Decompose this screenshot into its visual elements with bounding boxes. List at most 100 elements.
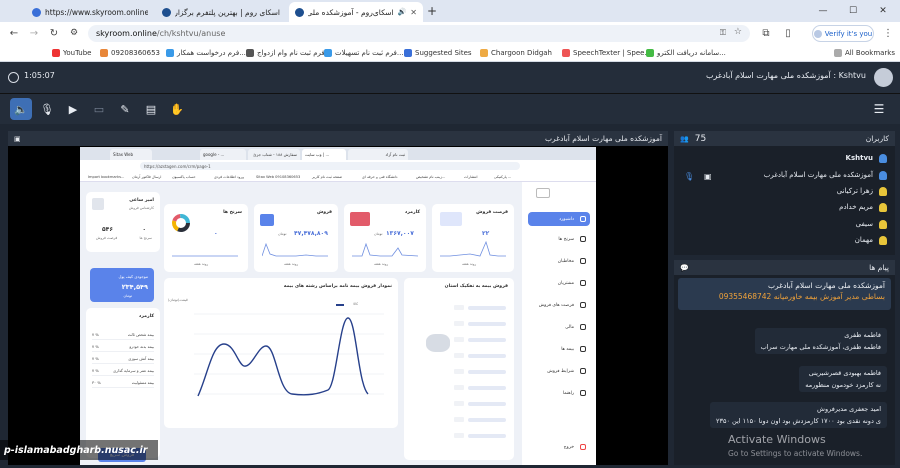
camera-off-icon[interactable]: ▶ xyxy=(62,98,84,120)
province-bar-track xyxy=(454,385,464,390)
sparkline xyxy=(352,242,418,257)
bookmark-9[interactable]: سامانه دریافت الکترو... xyxy=(646,46,726,60)
speaker-button[interactable]: 🔈 xyxy=(10,98,32,120)
shared-bookmark: زینب نام تشخیص... xyxy=(416,175,446,179)
sidebar-icon[interactable]: ▯ xyxy=(780,25,796,41)
close-icon[interactable]: ✕ xyxy=(410,8,417,17)
profile-icon xyxy=(813,29,822,38)
new-tab-button[interactable]: + xyxy=(423,0,441,22)
bookmark-youtube[interactable]: YouTube xyxy=(52,46,91,60)
forward-icon[interactable]: → xyxy=(26,25,42,41)
shared-bookmarks: Import bookmarks... ارسال فاکتور آرمان ح… xyxy=(80,172,596,182)
province-bar xyxy=(468,306,506,310)
file-icon[interactable]: ▤ xyxy=(140,98,162,120)
nav-label: بیمه ها xyxy=(561,346,574,352)
bookmark-label: Suggested Sites xyxy=(415,49,472,57)
browser-tab-1[interactable]: https://www.skyroom.online/ch/kshtvu/anu… xyxy=(26,2,154,22)
menu-dots-icon[interactable]: ⋮ xyxy=(880,25,896,41)
commission-value: ۷ % xyxy=(92,368,99,373)
sales-line-chart-card: نمودار فروش بیمه نامه براساس رشته های بی… xyxy=(164,278,398,428)
microphone-icon[interactable]: 🎙 xyxy=(36,98,58,120)
maximize-icon[interactable]: ☐ xyxy=(838,0,868,22)
user-row[interactable]: آموزشکده ملی مهارت اسلام آبادغرب xyxy=(764,168,887,182)
user-count-icon: 👥 xyxy=(680,134,689,143)
verify-button[interactable]: Verify it's you xyxy=(812,25,874,42)
province-bar-track xyxy=(454,305,464,310)
province-bar xyxy=(468,434,506,438)
user-row[interactable]: مریم خدادم xyxy=(839,200,887,214)
briefcase-icon xyxy=(580,302,586,308)
user-row[interactable]: مهمان xyxy=(855,233,887,247)
bookmark-label: فرم درخواست همکار... xyxy=(177,49,246,57)
profile-card: امیر ساعی کارشناس فروش ۰ سرنخ ها ۵۴۶ فرص… xyxy=(86,192,160,252)
nav-label: مشتریان xyxy=(557,280,574,286)
message-author: امید جعفری مدیرفروش xyxy=(817,405,881,413)
user-row[interactable]: سیفی xyxy=(856,217,887,231)
screen-share-icon[interactable]: ▭ xyxy=(88,98,110,120)
browser-tab-3[interactable]: اسکای‌روم - آموزشکده ملی ... 🔊 ✕ xyxy=(289,2,423,22)
raise-hand-icon[interactable]: ✋ xyxy=(166,98,188,120)
microphone-icon: 🎙 xyxy=(684,172,695,181)
avatar[interactable] xyxy=(874,68,893,87)
browser-tab-2[interactable]: اسکای روم | بهترین پلتفرم برگزاری... xyxy=(156,2,286,22)
chat-message: امید جعفری مدیرفروش ی دونه نقدی بود ۱۷۰۰… xyxy=(710,402,887,428)
all-bookmarks[interactable]: All Bookmarks xyxy=(834,46,895,60)
user-count: 75 xyxy=(694,133,707,144)
commission-row: بیمه عمر و سرمایه گذاری ۷ % xyxy=(92,366,154,376)
bookmark-phone[interactable]: 09208360653 xyxy=(100,46,160,60)
grid-icon xyxy=(580,216,586,222)
youtube-icon xyxy=(52,49,60,57)
page-icon xyxy=(324,49,332,57)
stat-value: ۵۴۶ xyxy=(102,226,113,233)
user-row[interactable]: Kshtvu xyxy=(846,151,887,165)
bookmark-8[interactable]: SpeechTexter | Spee... xyxy=(562,46,651,60)
shared-tab: ثبت نام آزاد xyxy=(348,149,408,160)
bookmark-4[interactable]: فرم ثبت نام وام ازدواج xyxy=(246,46,325,60)
close-window-icon[interactable]: ✕ xyxy=(868,0,898,22)
minimize-icon[interactable]: — xyxy=(808,0,838,22)
hamburger-menu-icon[interactable]: ☰ xyxy=(868,98,890,120)
crm-nav-item: شرایط فروش xyxy=(528,364,590,378)
chat-message: فاطمه ظفری فاطمه ظفری، آموزشکده ملی مهار… xyxy=(754,328,887,354)
bookmark-7[interactable]: Chargoon Didgah xyxy=(480,46,552,60)
province-bar-track xyxy=(454,353,464,358)
site-info-icon[interactable]: ⚙ xyxy=(66,25,82,41)
card-title: سرنخ ها xyxy=(223,210,242,215)
star-icon[interactable]: ☆ xyxy=(734,27,742,37)
wallet-label: موجودی کیف پول xyxy=(118,274,148,279)
globe-icon xyxy=(162,7,171,17)
commission-label: بیمه مسئولیت xyxy=(131,380,154,385)
shared-bookmark: حساب پاکسیون xyxy=(172,175,196,179)
shared-address-row: https://azstagen.com/crm/page-1 xyxy=(80,160,596,172)
shared-bookmark: ورود اطلاعات فردی xyxy=(214,175,244,179)
activate-windows-sub: Go to Settings to activate Windows. xyxy=(728,449,863,458)
speaker-icon[interactable]: 🔊 xyxy=(398,8,407,16)
pen-icon[interactable]: ✎ xyxy=(114,98,136,120)
user-row[interactable]: زهرا ترکیانی xyxy=(837,184,887,198)
crm-nav-item: بیمه ها xyxy=(528,342,590,356)
browser-tab-bar: https://www.skyroom.online/ch/kshtvu/anu… xyxy=(0,0,900,22)
card-title: نمودار فروش بیمه نامه براساس رشته های بی… xyxy=(283,284,392,289)
pinned-message: آموزشکده ملی مهارت اسلام آبادغرب 0935546… xyxy=(678,278,891,310)
bookmark-label: سامانه دریافت الکترو... xyxy=(657,49,726,57)
bookmark-3[interactable]: فرم درخواست همکار... xyxy=(166,46,246,60)
address-bar[interactable]: skyroom.online/ch/kshtvu/anuse ⚿ ☆ xyxy=(88,25,750,42)
user-name: مریم خدادم xyxy=(839,203,873,211)
back-icon[interactable]: ← xyxy=(6,25,22,41)
percent-icon xyxy=(580,368,586,374)
province-bar xyxy=(468,338,506,342)
bookmark-5[interactable]: فرم ثبت نام تسهیلات... xyxy=(324,46,404,60)
site-watermark: p-islamabadgharb.nusac.ir xyxy=(0,440,158,460)
browser-toolbar: ← → ↻ ⚙ skyroom.online/ch/kshtvu/anuse ⚿… xyxy=(0,22,900,44)
card-value: ۲۲ xyxy=(482,230,490,237)
folder-icon xyxy=(834,49,842,57)
shared-tab: google - ... xyxy=(200,149,246,160)
reload-icon[interactable]: ↻ xyxy=(46,25,62,41)
card-unit: تومان xyxy=(374,232,383,236)
wallet-icon xyxy=(580,324,586,330)
user-name: سیفی xyxy=(855,220,873,228)
bookmark-6[interactable]: Suggested Sites xyxy=(404,46,472,60)
page-icon xyxy=(562,49,570,57)
key-icon[interactable]: ⚿ xyxy=(720,28,726,38)
extensions-icon[interactable]: ⧉ xyxy=(758,25,774,41)
